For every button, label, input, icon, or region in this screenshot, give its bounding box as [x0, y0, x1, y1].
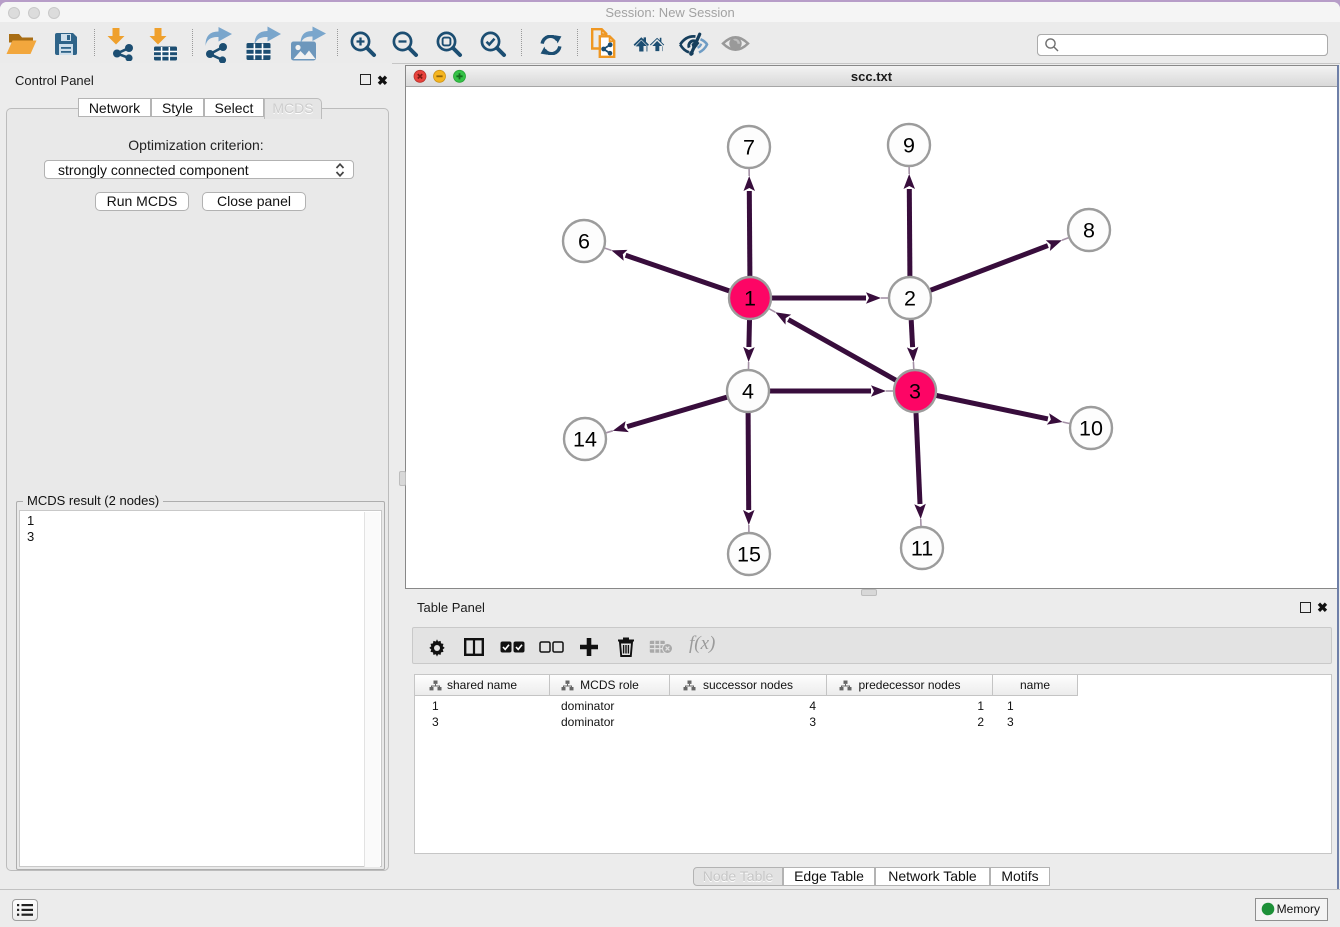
svg-text:10: 10	[1079, 417, 1103, 441]
svg-text:2: 2	[904, 287, 916, 311]
svg-text:6: 6	[578, 230, 590, 254]
svg-text:1: 1	[744, 287, 756, 311]
svg-text:11: 11	[911, 537, 933, 561]
svg-text:7: 7	[743, 136, 755, 160]
svg-text:4: 4	[742, 380, 754, 404]
svg-text:9: 9	[903, 134, 915, 158]
svg-text:14: 14	[573, 428, 597, 452]
svg-text:3: 3	[909, 380, 921, 404]
svg-text:15: 15	[737, 543, 761, 567]
svg-text:8: 8	[1083, 219, 1095, 243]
